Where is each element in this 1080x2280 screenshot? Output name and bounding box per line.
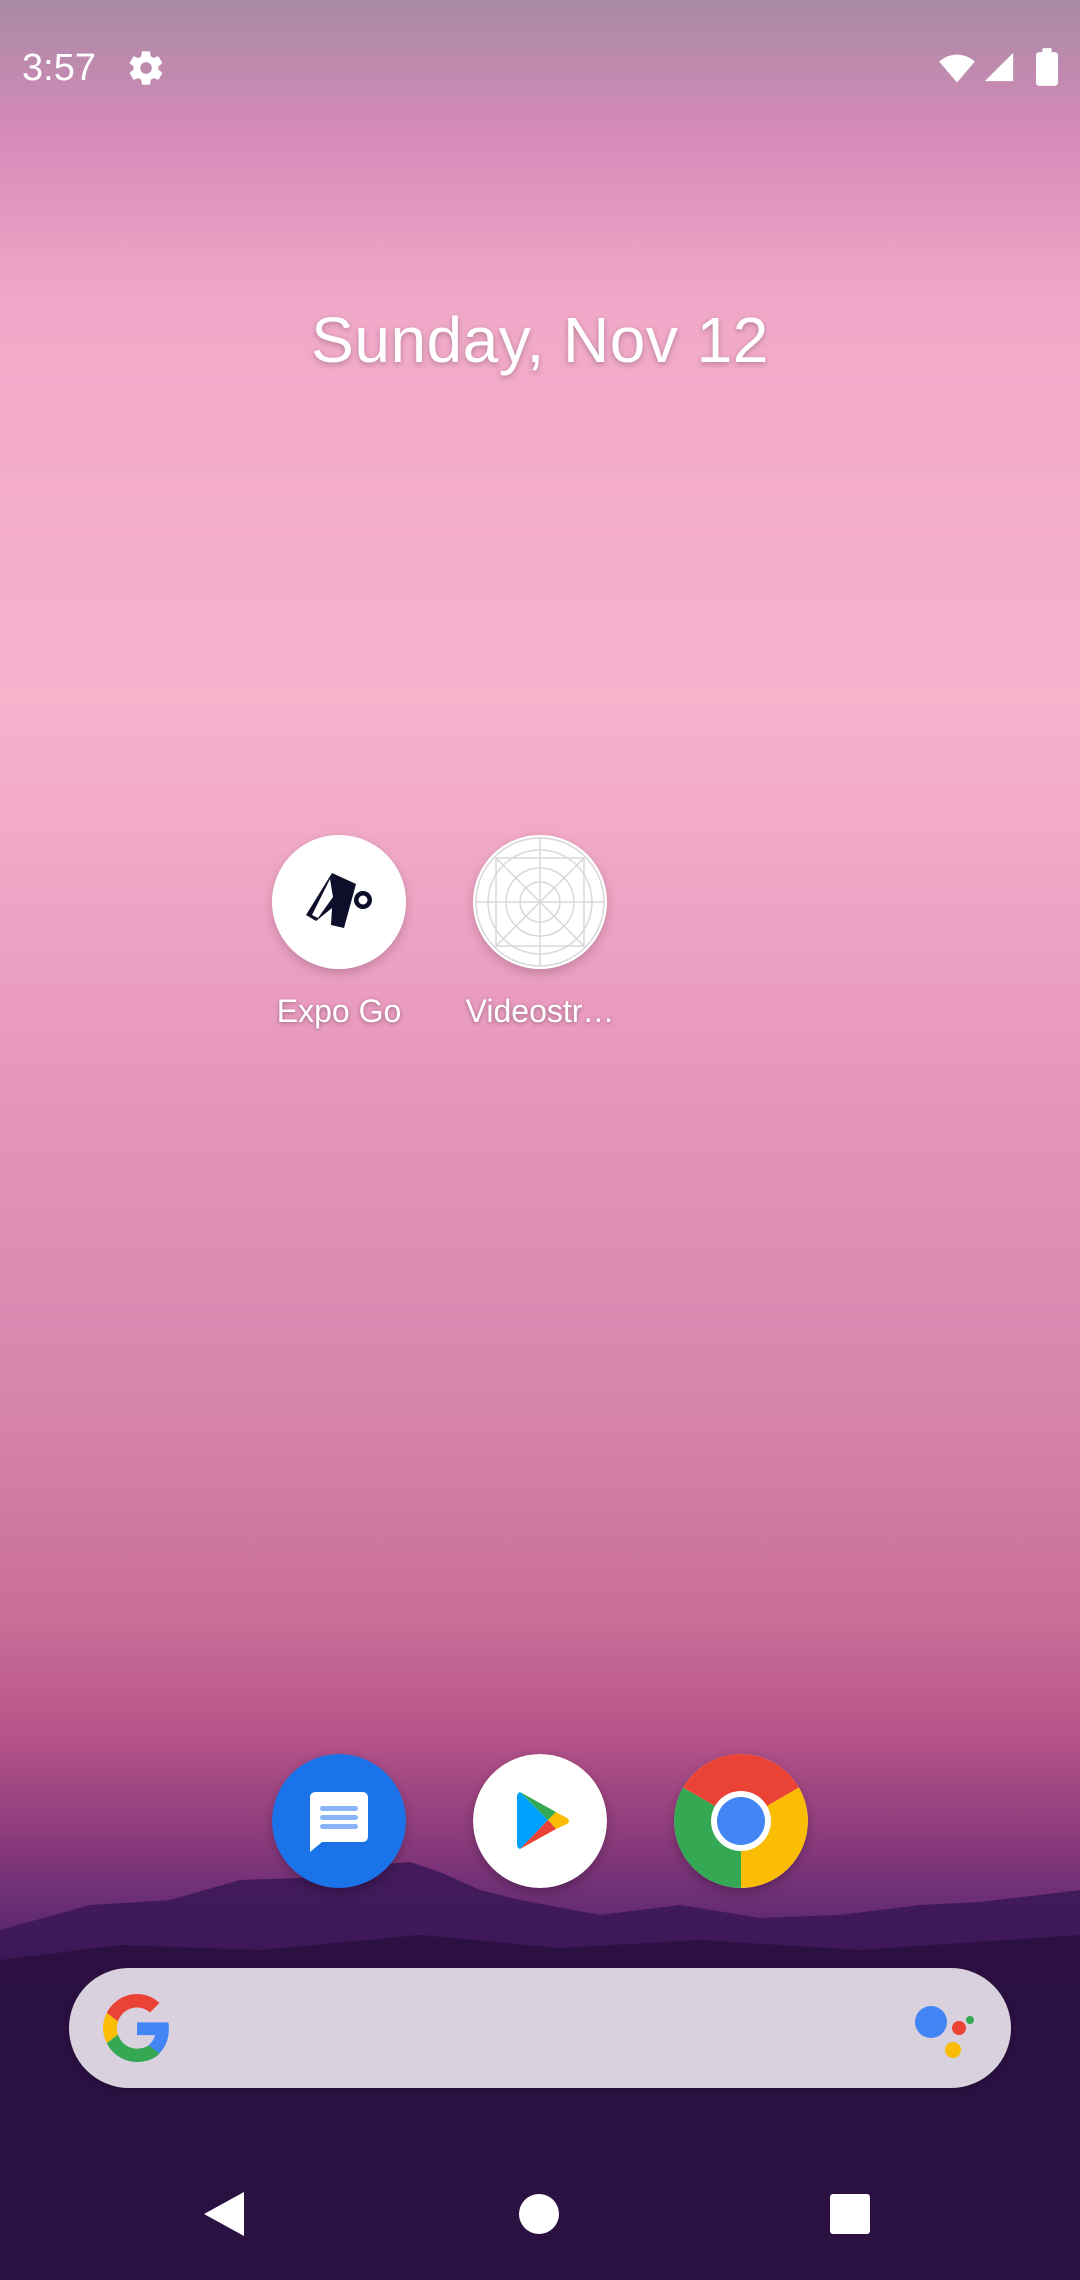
status-bar: 3:57 xyxy=(0,0,1080,134)
app-label: Expo Go xyxy=(276,993,402,1029)
wifi-icon xyxy=(939,54,975,83)
expo-go-icon xyxy=(272,835,406,969)
google-search-bar[interactable] xyxy=(69,1968,1011,2088)
videostream-app-icon xyxy=(473,835,607,969)
date-widget[interactable]: Sunday, Nov 12 xyxy=(0,300,1080,380)
battery-icon xyxy=(1036,48,1058,86)
gear-icon xyxy=(129,51,163,85)
status-time: 3:57 xyxy=(22,47,96,89)
app-videostream[interactable]: Videostr… xyxy=(440,835,640,1031)
messages-icon[interactable] xyxy=(272,1754,406,1888)
home-icon[interactable] xyxy=(519,2194,559,2234)
app-label: Videostr… xyxy=(465,993,615,1029)
cell-signal-icon xyxy=(984,52,1014,82)
google-assistant-icon[interactable] xyxy=(911,1998,975,2062)
play-store-icon[interactable] xyxy=(473,1754,607,1888)
chrome-icon[interactable] xyxy=(674,1754,808,1888)
google-g-icon[interactable] xyxy=(103,1994,171,2062)
app-expo-go[interactable]: Expo Go xyxy=(239,835,439,1031)
recents-icon[interactable] xyxy=(830,2194,870,2234)
back-icon[interactable] xyxy=(202,2190,246,2238)
